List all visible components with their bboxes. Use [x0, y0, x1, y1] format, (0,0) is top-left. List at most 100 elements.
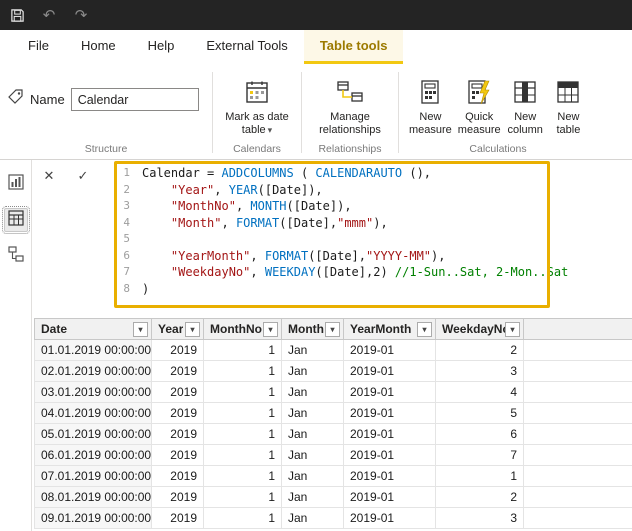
quick-measure-button[interactable]: Quick measure	[456, 74, 503, 139]
group-label-calendars: Calendars	[233, 143, 281, 155]
code-text: "Year", YEAR([Date]),	[170, 182, 323, 197]
code-line: 4 "Month", FORMAT([Date],"mmm"),	[118, 215, 568, 232]
table-cell: 09.01.2019 00:00:00	[34, 508, 152, 528]
table-row[interactable]: 06.01.2019 00:00:00 2019 1 Jan 2019-01 7	[34, 445, 632, 466]
menu-tab-help[interactable]: Help	[132, 30, 191, 64]
data-view-button[interactable]	[1, 206, 30, 234]
table-name-input[interactable]	[70, 88, 199, 111]
undo-icon[interactable]: ↶	[40, 6, 58, 24]
redo-glyph: ↷	[74, 6, 88, 24]
column-header-label: Year	[158, 322, 184, 336]
table-body: 01.01.2019 00:00:00 2019 1 Jan 2019-01 2 02.01…	[34, 340, 632, 529]
table-header-row: Date ▾ Year ▾ MonthNo ▾ Month ▾ YearMonth ▾ Weekda…	[34, 318, 632, 340]
group-label-calculations: Calculations	[469, 143, 527, 155]
date-table-icon	[244, 76, 270, 108]
table-cell: 1	[204, 361, 282, 381]
table-cell: 1	[204, 424, 282, 444]
table-cell: 2019	[152, 445, 204, 465]
column-header-date: Date ▾	[34, 319, 152, 339]
code-line: 7 "WeekdayNo", WEEKDAY([Date],2) //1-Sun…	[118, 264, 568, 281]
manage-relationships-button[interactable]: Manage relationships	[311, 74, 389, 139]
table-cell: 3	[436, 508, 524, 528]
new-column-icon	[513, 76, 537, 108]
table-cell: 2019	[152, 487, 204, 507]
table-row[interactable]: 03.01.2019 00:00:00 2019 1 Jan 2019-01 4	[34, 382, 632, 403]
menu-tab-file[interactable]: File	[12, 30, 65, 64]
table-cell: Jan	[282, 487, 344, 507]
menu-tab-external-tools[interactable]: External Tools	[190, 30, 303, 64]
column-header-month: Month ▾	[282, 319, 344, 339]
new-measure-icon	[419, 76, 441, 108]
menu-tab-home[interactable]: Home	[65, 30, 132, 64]
ribbon-group-calculations: New measure Quick measure New column New…	[399, 68, 597, 159]
table-row[interactable]: 08.01.2019 00:00:00 2019 1 Jan 2019-01 2	[34, 487, 632, 508]
group-label-structure: Structure	[84, 143, 128, 155]
table-row[interactable]: 04.01.2019 00:00:00 2019 1 Jan 2019-01 5	[34, 403, 632, 424]
filter-dropdown-icon[interactable]: ▾	[133, 321, 148, 337]
filter-dropdown-icon[interactable]: ▾	[325, 321, 340, 337]
relationships-icon	[336, 76, 364, 108]
button-label: Quick measure	[457, 111, 501, 136]
view-sidebar	[0, 160, 32, 531]
table-cell: Jan	[282, 466, 344, 486]
table-cell: 2019	[152, 361, 204, 381]
code-text: "MonthNo", MONTH([Date]),	[170, 199, 352, 213]
table-cell: Jan	[282, 403, 344, 423]
table-cell: 2019-01	[344, 340, 436, 360]
code-text: "WeekdayNo", WEEKDAY([Date],2) //1-Sun..…	[170, 265, 569, 279]
column-header-yearmonth: YearMonth ▾	[344, 319, 436, 339]
filter-dropdown-icon[interactable]: ▾	[505, 321, 520, 337]
code-text: )	[142, 281, 150, 296]
filter-dropdown-icon[interactable]: ▾	[185, 321, 200, 337]
model-view-button[interactable]	[4, 244, 28, 268]
table-cell: 2019-01	[344, 403, 436, 423]
ribbon-group-calendars: Mark as date table ▾ Calendars	[213, 68, 301, 159]
menu-tab-table-tools[interactable]: Table tools	[303, 30, 404, 64]
table-cell: 02.01.2019 00:00:00	[34, 361, 152, 381]
table-cell: 2019	[152, 508, 204, 528]
table-cell: 01.01.2019 00:00:00	[34, 340, 152, 360]
redo-icon[interactable]: ↷	[72, 6, 90, 24]
formula-code[interactable]: 1 Calendar = ADDCOLUMNS ( CALENDARAUTO ()…	[118, 165, 568, 297]
column-header-weekdayno: WeekdayNo ▾	[436, 319, 524, 339]
filter-dropdown-icon[interactable]: ▾	[263, 321, 278, 337]
new-table-button[interactable]: New table	[548, 74, 589, 139]
column-header-label: Month	[288, 322, 324, 336]
model-view-icon	[7, 245, 24, 267]
mark-as-date-table-button[interactable]: Mark as date table ▾	[221, 74, 293, 139]
table-row[interactable]: 05.01.2019 00:00:00 2019 1 Jan 2019-01 6	[34, 424, 632, 445]
filter-dropdown-icon[interactable]: ▾	[417, 321, 432, 337]
table-cell: 1	[436, 466, 524, 486]
table-cell: 04.01.2019 00:00:00	[34, 403, 152, 423]
new-column-button[interactable]: New column	[505, 74, 546, 139]
code-line: 1 Calendar = ADDCOLUMNS ( CALENDARAUTO ()…	[118, 165, 568, 182]
table-cell: 2	[436, 340, 524, 360]
save-icon[interactable]	[8, 6, 26, 24]
line-number: 6	[123, 248, 130, 262]
line-number: 4	[123, 215, 130, 229]
menu-tabs: File Home Help External Tools Table tools	[0, 30, 632, 64]
table-cell: Jan	[282, 340, 344, 360]
table-cell: 06.01.2019 00:00:00	[34, 445, 152, 465]
table-cell: 2019-01	[344, 487, 436, 507]
new-measure-button[interactable]: New measure	[407, 74, 454, 139]
column-header-year: Year ▾	[152, 319, 204, 339]
line-number: 7	[123, 265, 130, 278]
table-row[interactable]: 07.01.2019 00:00:00 2019 1 Jan 2019-01 1	[34, 466, 632, 487]
table-row[interactable]: 09.01.2019 00:00:00 2019 1 Jan 2019-01 3	[34, 508, 632, 529]
commit-formula-button[interactable]: ✓	[74, 168, 92, 184]
undo-glyph: ↶	[42, 6, 56, 24]
formula-bar: ✕ ✓ 1 Calendar = ADDCOLUMNS ( CALENDARAUT…	[32, 160, 632, 310]
table-row[interactable]: 02.01.2019 00:00:00 2019 1 Jan 2019-01 3	[34, 361, 632, 382]
button-label: Mark as date table ▾	[225, 111, 289, 136]
table-cell: Jan	[282, 361, 344, 381]
table-cell: 1	[204, 487, 282, 507]
report-view-button[interactable]	[4, 172, 28, 196]
data-table: Date ▾ Year ▾ MonthNo ▾ Month ▾ YearMonth ▾ Weekda…	[34, 318, 632, 529]
table-cell: 1	[204, 403, 282, 423]
code-text: "Month", FORMAT([Date],"mmm"),	[170, 215, 388, 230]
table-row[interactable]: 01.01.2019 00:00:00 2019 1 Jan 2019-01 2	[34, 340, 632, 361]
cancel-formula-button[interactable]: ✕	[40, 168, 58, 184]
table-cell: 3	[436, 361, 524, 381]
table-cell: 5	[436, 403, 524, 423]
